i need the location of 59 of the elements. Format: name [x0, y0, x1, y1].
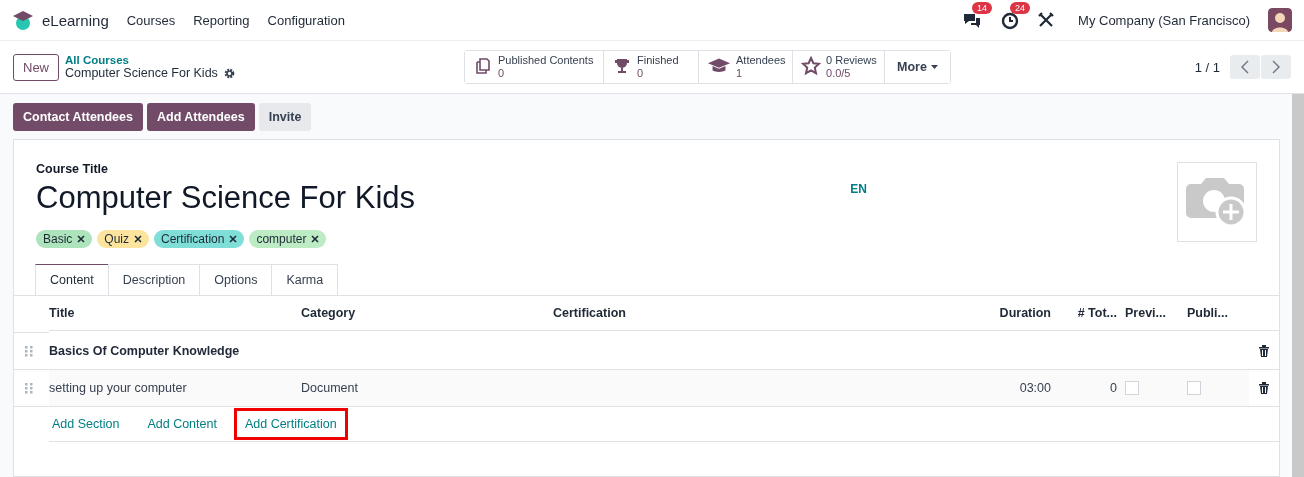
remove-icon[interactable]	[229, 235, 238, 243]
activity-count-badge: 24	[1010, 2, 1031, 14]
column-header[interactable]: Duration	[984, 296, 1059, 331]
tools-icon[interactable]	[1038, 12, 1055, 28]
delete-icon[interactable]	[1259, 345, 1269, 357]
caret-icon	[930, 64, 938, 70]
avatar-icon[interactable]	[1268, 8, 1292, 32]
action-button[interactable]: Add Attendees	[146, 103, 255, 131]
language-button[interactable]: EN	[850, 182, 867, 248]
checkbox[interactable]	[1125, 381, 1139, 395]
remove-icon[interactable]	[77, 235, 86, 243]
tag[interactable]: Quiz	[97, 230, 150, 248]
action-button[interactable]: Contact Attendees	[13, 103, 143, 131]
remove-icon[interactable]	[311, 235, 320, 243]
tab[interactable]: Karma	[271, 264, 339, 295]
column-header[interactable]: Title	[49, 296, 301, 331]
record-name: Computer Science For Kids	[65, 66, 218, 80]
column-header[interactable]: Publi...	[1187, 296, 1249, 331]
table-cell[interactable]: setting up your computer	[49, 370, 301, 407]
copy-icon	[473, 55, 493, 76]
tag[interactable]: Certification	[154, 230, 245, 248]
new-button[interactable]: New	[13, 53, 59, 81]
column-header[interactable]: Previ...	[1125, 296, 1187, 331]
star-icon	[801, 55, 821, 76]
clock-icon[interactable]	[1000, 10, 1021, 30]
pager-value[interactable]: 1 / 1	[1194, 59, 1220, 75]
column-header[interactable]: # Tot...	[1059, 296, 1125, 331]
breadcrumb-link[interactable]: All Courses	[65, 54, 405, 66]
add-link[interactable]: Add Content	[136, 408, 228, 440]
checkbox[interactable]	[1187, 381, 1201, 395]
delete-icon[interactable]	[1259, 382, 1269, 394]
tab[interactable]: Content	[35, 264, 109, 296]
menu-item[interactable]: Reporting	[193, 12, 250, 28]
add-link[interactable]: Add Section	[41, 408, 131, 440]
message-count-badge: 14	[972, 2, 993, 14]
chevron-left-icon	[1241, 60, 1249, 74]
add-link[interactable]: Add Certification	[233, 408, 348, 440]
app-name[interactable]: eLearning	[42, 11, 109, 29]
table-cell: Document	[301, 370, 553, 407]
logo-icon[interactable]	[12, 9, 34, 31]
company-switcher[interactable]: My Company (San Francisco)	[1078, 12, 1250, 28]
column-header[interactable]: Category	[301, 296, 553, 331]
action-button[interactable]: Invite	[258, 103, 312, 131]
chevron-right-icon	[1272, 60, 1280, 74]
remove-icon[interactable]	[134, 235, 143, 243]
tag[interactable]: Basic	[36, 230, 93, 248]
menu-item[interactable]: Courses	[126, 12, 176, 28]
tag[interactable]: computer	[249, 230, 327, 248]
menu-item[interactable]: Configuration	[267, 12, 345, 28]
scrollbar[interactable]	[1292, 94, 1304, 477]
stat-button[interactable]: Published Contents 0	[465, 50, 604, 84]
field-label: Course Title	[36, 162, 109, 176]
table-cell: 0	[1059, 370, 1125, 407]
drag-handle-icon[interactable]	[25, 345, 33, 357]
course-title[interactable]: Computer Science For Kids	[36, 180, 851, 216]
drag-handle-icon[interactable]	[25, 382, 33, 394]
settings-icon[interactable]	[223, 67, 235, 79]
column-header[interactable]: Certification	[553, 296, 984, 331]
table-cell: 03:00	[984, 370, 1059, 407]
